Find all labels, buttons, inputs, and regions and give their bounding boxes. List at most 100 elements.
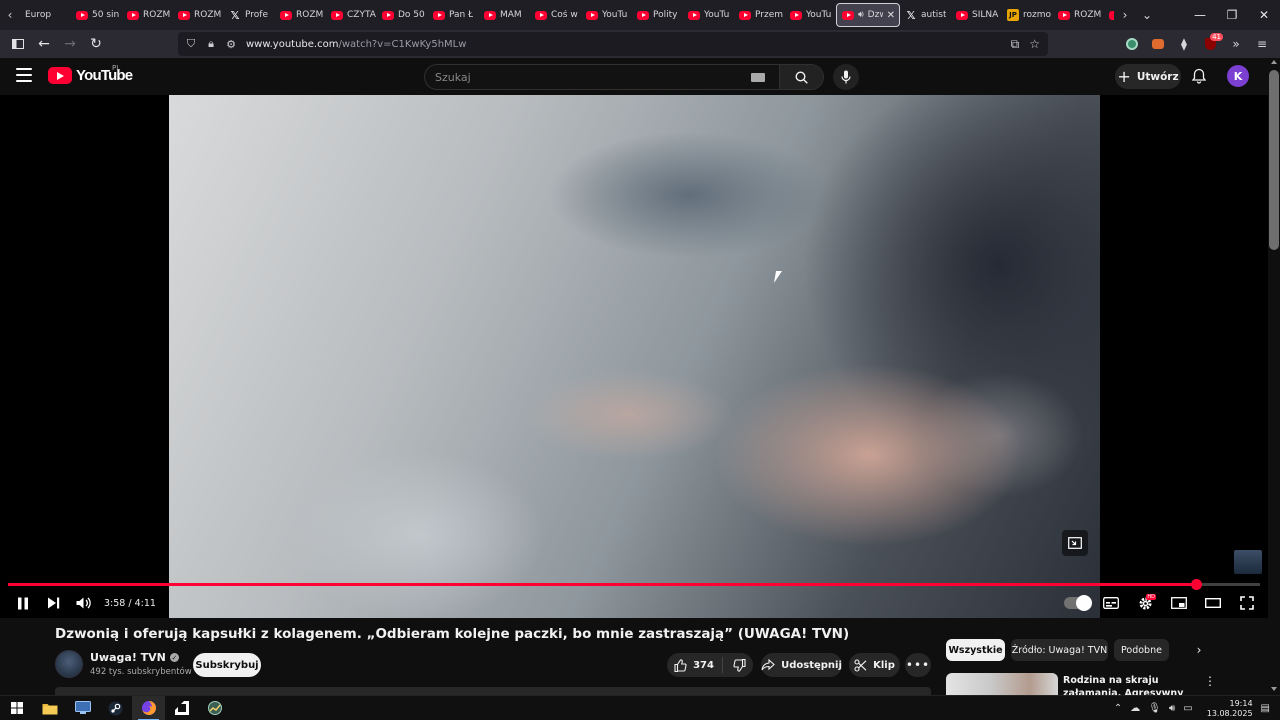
voice-search-button[interactable] <box>833 64 859 90</box>
forward-button[interactable]: → <box>58 32 82 56</box>
tabs-scroll-left-button[interactable]: ‹ <box>0 0 20 30</box>
taskbar-file-explorer[interactable] <box>33 696 66 720</box>
close-window-button[interactable]: ✕ <box>1248 0 1280 30</box>
taskbar-stats-app[interactable] <box>198 696 231 720</box>
back-button[interactable]: ← <box>32 32 56 56</box>
autoplay-toggle[interactable] <box>1062 589 1092 617</box>
url-bar[interactable]: ⛉ 🔒︎ ⚙︎ www.youtube.com/watch?v=C1KwKy5h… <box>178 32 1048 56</box>
browser-tab[interactable]: Europ <box>20 3 71 27</box>
subscribe-button[interactable]: Subskrybuj <box>193 653 261 677</box>
browser-tab[interactable]: MAM <box>479 3 530 27</box>
lock-icon[interactable]: 🔒︎ <box>204 37 218 51</box>
browser-tab[interactable]: YouTu <box>683 3 734 27</box>
recommended-video-title[interactable]: Rodzina na skraju załamania. Agresywny n… <box>1063 674 1203 696</box>
browser-tab[interactable]: 50 sin <box>71 3 122 27</box>
channel-watermark[interactable] <box>1234 550 1262 574</box>
browser-tab[interactable]: Coś w <box>530 3 581 27</box>
restore-window-button[interactable]: ❐ <box>1216 0 1248 30</box>
ublock-extension-icon[interactable]: 41 <box>1200 33 1223 54</box>
tab-active[interactable]: 🔊︎Dzw ✕ <box>836 3 900 27</box>
clip-button[interactable]: Klip <box>849 653 900 677</box>
recommended-video-menu-icon[interactable]: ⋮ <box>1204 674 1216 688</box>
settings-button[interactable]: HD <box>1130 589 1160 617</box>
subtitles-button[interactable] <box>1096 589 1126 617</box>
pause-button[interactable] <box>8 589 38 617</box>
video-player[interactable]: 3:58 / 4:11 HD <box>0 95 1268 618</box>
notification-center-icon[interactable]: ▤ <box>1261 703 1270 714</box>
browser-tab[interactable]: 𝕏 Profe <box>224 3 275 27</box>
fullscreen-button[interactable] <box>1232 589 1262 617</box>
permissions-icon[interactable]: ⚙︎ <box>224 38 238 51</box>
like-button[interactable]: 374 <box>674 657 723 673</box>
browser-tab[interactable]: JP rozmo <box>1002 3 1053 27</box>
bookmark-star-icon[interactable]: ☆ <box>1029 37 1040 52</box>
volume-button[interactable] <box>68 589 98 617</box>
browser-tab[interactable]: ROZM <box>173 3 224 27</box>
reload-button[interactable]: ↻ <box>84 32 108 56</box>
browser-tab[interactable]: Do 50 <box>377 3 428 27</box>
taskbar-clock[interactable]: 19:14 13.08.2025 <box>1207 699 1253 719</box>
page-scrollbar[interactable] <box>1268 58 1280 695</box>
taskbar-firefox[interactable] <box>132 695 165 720</box>
taskbar-notes-app[interactable] <box>165 696 198 720</box>
network-tray-icon[interactable]: ▭ <box>1183 703 1192 714</box>
progress-bar[interactable] <box>8 579 1260 590</box>
onedrive-cloud-icon[interactable]: ☁ <box>1130 703 1140 714</box>
search-button[interactable] <box>779 65 823 89</box>
tab-audio-speaker-icon[interactable]: 🔊︎ <box>858 10 864 20</box>
youtube-logo[interactable]: YouTube PL <box>48 64 133 84</box>
browser-tab[interactable]: 𝕏autist <box>900 3 951 27</box>
browser-tab[interactable]: YouTu <box>581 3 632 27</box>
filter-chip[interactable]: Wszystkie <box>946 639 1005 661</box>
scroll-down-arrow-icon[interactable] <box>1271 687 1277 691</box>
browser-tab[interactable]: ROZM <box>1053 3 1104 27</box>
account-avatar[interactable]: K <box>1227 65 1249 87</box>
more-actions-button[interactable]: ••• <box>905 653 931 677</box>
picture-in-picture-icon[interactable]: ⧉ <box>1011 37 1020 52</box>
url-text[interactable]: www.youtube.com/watch?v=C1KwKy5hMLw <box>246 39 466 50</box>
dislike-button[interactable] <box>729 658 746 672</box>
list-all-tabs-button[interactable]: ⌄ <box>1136 0 1158 30</box>
guide-menu-icon[interactable] <box>16 68 32 82</box>
browser-tab[interactable] <box>1104 3 1114 27</box>
filter-chip[interactable]: Źródło: Uwaga! TVN <box>1011 639 1108 661</box>
video-frame[interactable] <box>169 95 1100 618</box>
keyboard-icon[interactable] <box>751 72 765 82</box>
browser-tab[interactable]: CZYTA <box>326 3 377 27</box>
next-video-button[interactable] <box>38 589 68 617</box>
microphone-tray-icon[interactable]: 🎙︎ <box>1148 703 1161 714</box>
taskbar-monitor-app[interactable] <box>66 696 99 720</box>
filter-chip[interactable]: Podobne <box>1114 639 1169 661</box>
tray-overflow-chevron-icon[interactable]: ⌃ <box>1114 703 1122 714</box>
create-button[interactable]: + Utwórz <box>1115 64 1181 89</box>
description-box[interactable] <box>55 687 931 695</box>
tabs-scroll-right-button[interactable]: › <box>1114 0 1136 30</box>
recommended-video-thumbnail[interactable] <box>946 673 1058 695</box>
extensions-puzzle-icon[interactable]: ⧫ <box>1174 34 1194 54</box>
shield-icon[interactable]: ⛉ <box>184 37 198 51</box>
browser-tab[interactable]: Pan Ł <box>428 3 479 27</box>
browser-tab[interactable]: Polity <box>632 3 683 27</box>
start-button[interactable] <box>0 696 33 720</box>
tab-close-icon[interactable]: ✕ <box>887 10 895 21</box>
overflow-chevron-icon[interactable]: » <box>1226 34 1246 54</box>
speaker-tray-icon[interactable]: 🔊︎ <box>1169 703 1175 714</box>
channel-name-link[interactable]: Uwaga! TVN ✓ <box>90 651 179 664</box>
fox-extension-icon[interactable] <box>1148 34 1168 54</box>
scroll-up-arrow-icon[interactable] <box>1271 60 1277 64</box>
sidebar-toggle-icon[interactable] <box>6 32 30 56</box>
theater-mode-button[interactable] <box>1198 589 1228 617</box>
notifications-bell-icon[interactable] <box>1190 67 1208 85</box>
channel-avatar[interactable] <box>55 650 83 678</box>
privacy-badger-extension-icon[interactable] <box>1122 34 1142 54</box>
picture-in-picture-overlay-icon[interactable] <box>1062 530 1088 556</box>
taskbar-steam[interactable] <box>99 696 132 720</box>
search-input[interactable] <box>425 65 751 89</box>
scrollbar-thumb[interactable] <box>1269 70 1279 250</box>
share-button[interactable]: Udostępnij <box>761 653 842 677</box>
browser-tab[interactable]: Przem <box>734 3 785 27</box>
minimize-window-button[interactable]: — <box>1184 0 1216 30</box>
chips-next-arrow-icon[interactable]: › <box>1190 641 1208 659</box>
app-menu-icon[interactable]: ≡ <box>1252 34 1272 54</box>
browser-tab[interactable]: SILNA <box>951 3 1002 27</box>
